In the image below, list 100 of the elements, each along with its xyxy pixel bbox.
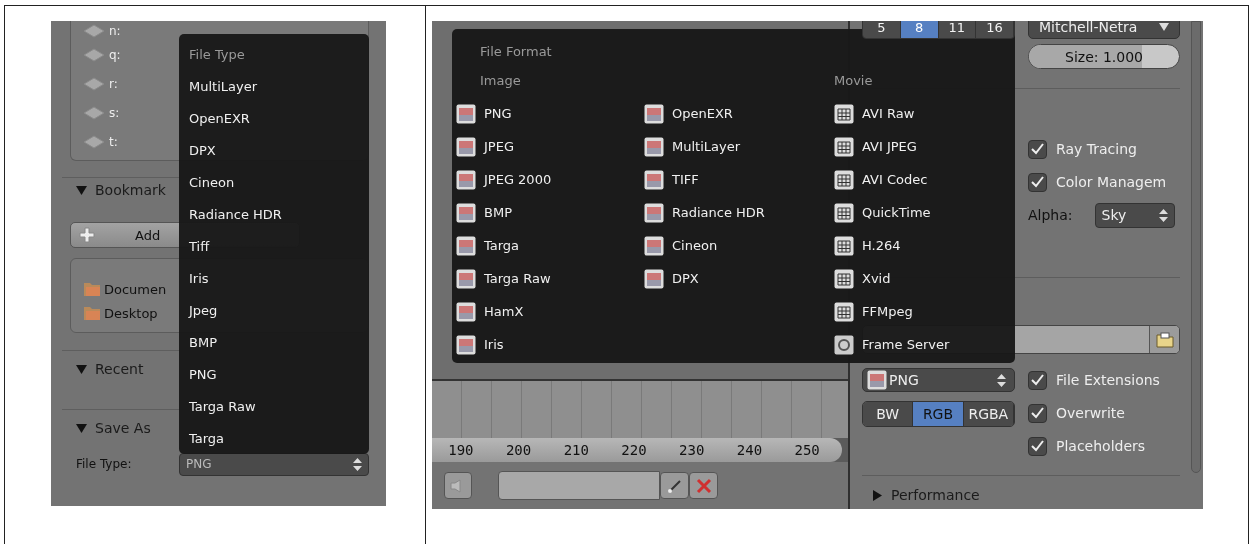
menu-item[interactable]: Radiance HDR (644, 196, 834, 229)
checkbox[interactable] (1028, 436, 1047, 456)
menu-item[interactable]: Targa Raw (456, 262, 644, 295)
image-file-icon (644, 169, 664, 190)
menu-item[interactable]: TIFF (644, 163, 834, 196)
checkbox[interactable] (1028, 370, 1047, 390)
check-icon (1031, 440, 1044, 452)
delete-key-button[interactable] (689, 472, 718, 499)
drive-item[interactable]: q: (109, 47, 121, 62)
triangle-down-icon[interactable] (76, 184, 87, 196)
menu-item[interactable]: Targa (189, 422, 359, 454)
menu-item[interactable]: Xvid (834, 262, 1015, 295)
drive-item[interactable]: s: (109, 105, 120, 120)
panel-title[interactable]: Recent (95, 361, 144, 377)
frame-number: 200 (504, 442, 533, 458)
menu-item[interactable]: QuickTime (834, 196, 1015, 229)
film-icon (834, 136, 854, 157)
check-icon (1031, 407, 1044, 419)
panel-title[interactable]: Save As (95, 420, 151, 436)
menu-item[interactable]: MultiLayer (644, 130, 834, 163)
image-file-icon (456, 103, 476, 124)
check-icon (1031, 176, 1044, 188)
file-format-dropdown[interactable]: PNG (862, 368, 1015, 392)
drive-item[interactable]: r: (109, 76, 118, 91)
menu-title: File Type (189, 45, 246, 64)
menu-heading: Image (480, 72, 521, 88)
menu-item[interactable]: Cineon (189, 166, 359, 198)
sample-option[interactable]: 11 (938, 21, 977, 38)
folder-icon (83, 281, 101, 297)
file-type-select[interactable]: PNG (179, 452, 369, 476)
film-icon (834, 202, 854, 223)
drive-icon (83, 47, 105, 62)
image-file-icon (644, 103, 664, 124)
sample-option[interactable]: 8 (900, 21, 939, 38)
bookmark-item[interactable]: Documen (104, 281, 167, 297)
panel-title[interactable]: Bookmark (95, 182, 166, 198)
filter-dropdown[interactable]: Mitchell-Netra (1028, 21, 1180, 39)
triangle-down-icon[interactable] (76, 422, 87, 434)
frame-number: 250 (793, 442, 821, 458)
checkbox-label: Color Managem (1056, 174, 1167, 190)
menu-item[interactable]: PNG (189, 358, 359, 390)
menu-item[interactable]: MultiLayer (189, 70, 359, 102)
image-file-icon (644, 268, 664, 289)
drive-item[interactable]: n: (109, 23, 121, 38)
menu-item[interactable]: Tiff (189, 230, 359, 262)
up-down-arrows-icon (1158, 208, 1168, 222)
drive-item[interactable]: t: (109, 134, 118, 149)
image-file-icon (456, 334, 476, 355)
menu-item[interactable]: Iris (189, 262, 359, 294)
film-icon (834, 301, 854, 322)
bookmark-item[interactable]: Desktop (104, 305, 158, 321)
checkbox[interactable] (1028, 403, 1047, 423)
menu-item[interactable]: Radiance HDR (189, 198, 359, 230)
checkbox[interactable] (1028, 139, 1047, 159)
color-mode-option[interactable]: BW (863, 402, 914, 426)
triangle-right-icon[interactable] (872, 489, 883, 501)
image-file-icon (644, 136, 664, 157)
menu-item[interactable]: AVI Codec (834, 163, 1015, 196)
panel-title[interactable]: Performance (891, 487, 980, 503)
checkbox-label: Placeholders (1056, 438, 1146, 454)
menu-item[interactable]: OpenEXR (189, 102, 359, 134)
menu-item[interactable]: Jpeg (189, 294, 359, 326)
scrollbar[interactable] (1191, 21, 1201, 473)
color-mode-option[interactable]: RGB (913, 402, 964, 426)
alpha-select[interactable]: Sky (1094, 202, 1175, 228)
menu-item[interactable]: DPX (189, 134, 359, 166)
image-file-icon (456, 136, 476, 157)
speaker-button[interactable] (444, 472, 472, 499)
menu-item[interactable]: PNG (456, 97, 644, 130)
menu-item[interactable]: AVI Raw (834, 97, 1015, 130)
frame-number: 210 (562, 442, 590, 458)
menu-item[interactable]: Frame Server (834, 328, 1015, 361)
menu-item[interactable]: Targa Raw (189, 390, 359, 422)
menu-item[interactable]: DPX (644, 262, 834, 295)
menu-item[interactable]: H.264 (834, 229, 1015, 262)
menu-item[interactable]: JPEG (456, 130, 644, 163)
menu-item[interactable]: BMP (456, 196, 644, 229)
color-mode-option[interactable]: RGBA (963, 402, 1014, 426)
menu-item[interactable]: BMP (189, 326, 359, 358)
triangle-down-icon[interactable] (76, 363, 87, 375)
menu-item[interactable]: Cineon (644, 229, 834, 262)
insert-key-button[interactable] (660, 472, 689, 499)
menu-item[interactable]: AVI JPEG (834, 130, 1015, 163)
keying-set-field[interactable] (498, 471, 660, 500)
menu-heading: Movie (834, 72, 873, 88)
folder-button[interactable] (1149, 326, 1179, 353)
sample-option[interactable]: 16 (976, 21, 1014, 38)
menu-item[interactable]: HamX (456, 295, 644, 328)
checkbox[interactable] (1028, 172, 1047, 192)
menu-item[interactable]: JPEG 2000 (456, 163, 644, 196)
menu-item[interactable]: FFMpeg (834, 295, 1015, 328)
menu-item[interactable]: OpenEXR (644, 97, 834, 130)
drive-icon (83, 76, 105, 91)
image-file-icon (456, 301, 476, 322)
check-icon (1031, 143, 1044, 155)
sample-option[interactable]: 5 (863, 21, 901, 38)
size-slider[interactable]: Size: 1.000 (1028, 44, 1180, 69)
menu-item[interactable]: Targa (456, 229, 644, 262)
menu-item[interactable]: Iris (456, 328, 644, 361)
checkbox-label: Ray Tracing (1056, 141, 1137, 157)
